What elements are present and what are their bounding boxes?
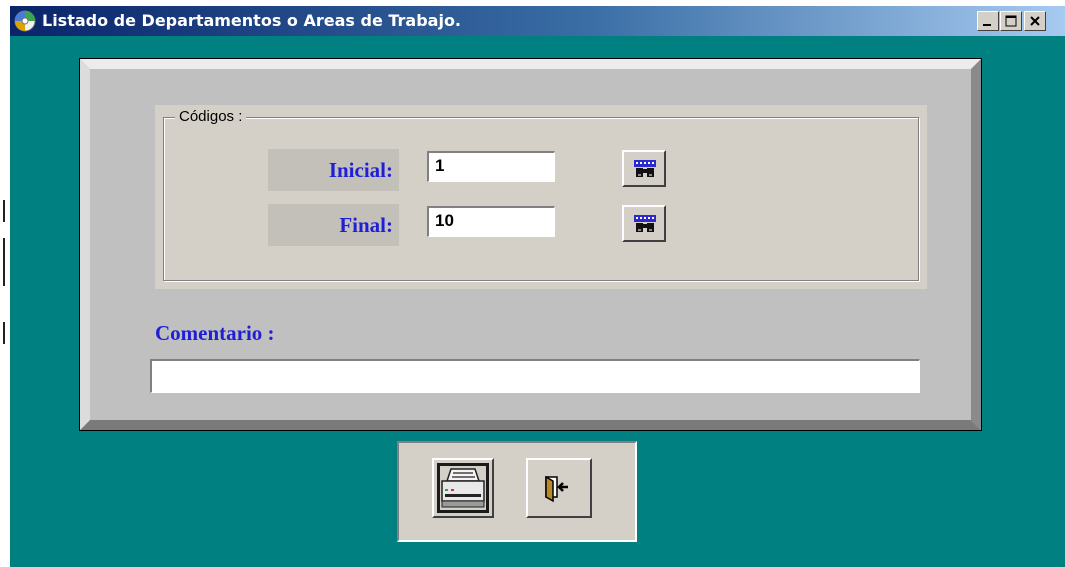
listado-window: Listado de Departamentos o Areas de Trab… [10,6,1065,567]
minimize-icon [983,24,991,26]
binoculars-icon [634,160,656,177]
codes-groupbox: Códigos : Inicial: 1 Final: 10 [155,105,927,289]
final-label-box: Final: [268,204,399,246]
initial-label: Inicial: [328,158,393,182]
initial-label-box: Inicial: [268,149,399,191]
print-button[interactable] [432,458,494,518]
final-label: Final: [339,213,393,237]
action-toolbar [397,441,637,542]
codes-legend: Códigos : [175,108,247,125]
final-code-input[interactable]: 10 [427,206,555,237]
app-icon[interactable] [14,10,36,32]
search-initial-button[interactable] [622,150,666,187]
left-edge-marks [3,200,5,344]
exit-button[interactable] [526,458,592,518]
printer-icon [437,463,489,513]
comment-input[interactable] [150,359,920,393]
minimize-button[interactable] [977,11,999,31]
initial-code-input[interactable]: 1 [427,151,555,182]
window-title: Listado de Departamentos o Areas de Trab… [42,11,462,30]
close-icon [1030,16,1040,26]
close-button[interactable] [1024,11,1046,31]
maximize-button[interactable] [1000,11,1022,31]
exit-door-icon [545,475,568,503]
title-bar[interactable]: Listado de Departamentos o Areas de Trab… [10,6,1065,36]
maximize-icon [1005,15,1017,27]
filter-panel: Códigos : Inicial: 1 Final: 10 Comentari… [79,58,982,431]
search-final-button[interactable] [622,205,666,242]
binoculars-icon [634,215,656,232]
comment-label: Comentario : [155,321,275,345]
